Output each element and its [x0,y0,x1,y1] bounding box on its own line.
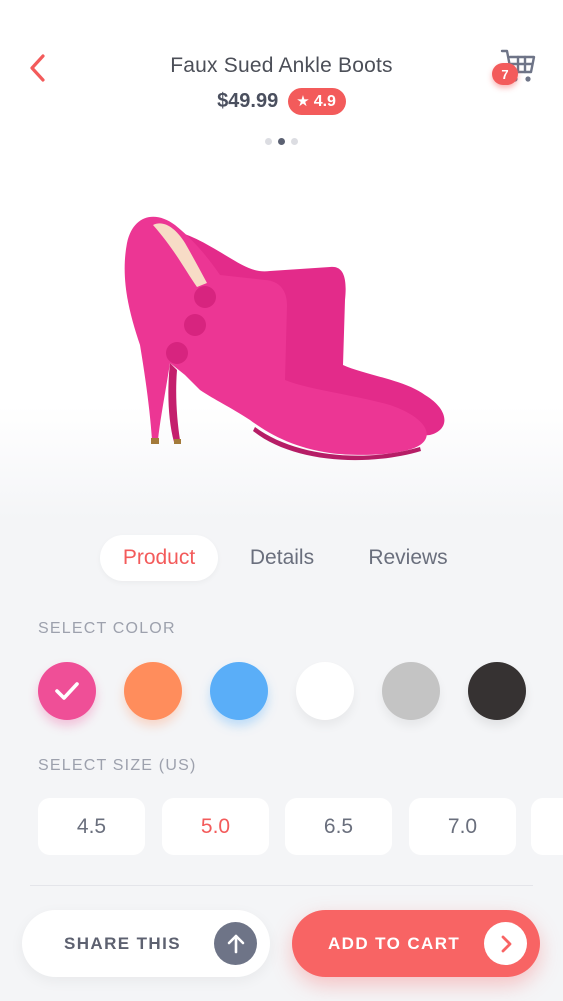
cart-count-badge: 7 [492,63,518,85]
rating-value: 4.9 [313,92,336,110]
add-to-cart-label: ADD TO CART [328,934,461,953]
size-option-7-0[interactable]: 7.0 [409,798,516,855]
carousel-dot[interactable] [265,138,272,145]
color-swatch-pink[interactable] [38,662,96,720]
chevron-circle [484,922,527,965]
size-option-4-5[interactable]: 4.5 [38,798,145,855]
star-icon: ★ [296,93,310,110]
share-icon-circle [214,922,257,965]
product-image [124,216,445,461]
product-tabs: Product Details Reviews [0,535,563,581]
front-boot [124,216,427,461]
carousel-dot-active[interactable] [278,138,285,145]
size-option-partial[interactable] [531,798,563,855]
color-swatch-gray[interactable] [382,662,440,720]
chevron-right-icon [501,935,511,952]
arrow-up-icon [227,934,244,953]
divider [30,885,533,886]
color-swatch-white[interactable] [296,662,354,720]
color-swatch-blue[interactable] [210,662,268,720]
rating-badge: ★ 4.9 [288,88,346,115]
add-to-cart-button[interactable]: ADD TO CART [292,910,540,977]
select-size-label: SELECT SIZE (US) [38,757,197,774]
size-option-5-0[interactable]: 5.0 [162,798,269,855]
tab-product[interactable]: Product [100,535,218,581]
share-label: SHARE THIS [64,934,181,953]
color-swatch-orange[interactable] [124,662,182,720]
tab-details[interactable]: Details [236,535,328,581]
carousel-indicator [0,138,563,145]
product-price: $49.99 [217,90,279,112]
select-color-label: SELECT COLOR [38,620,176,637]
carousel-dot[interactable] [291,138,298,145]
tab-reviews[interactable]: Reviews [352,535,464,581]
size-option-6-5[interactable]: 6.5 [285,798,392,855]
share-button[interactable]: SHARE THIS [22,910,270,977]
price-row: $49.99 ★ 4.9 [0,88,563,115]
checkmark-icon [55,682,79,700]
color-swatch-black[interactable] [468,662,526,720]
product-title: Faux Sued Ankle Boots [170,54,393,77]
